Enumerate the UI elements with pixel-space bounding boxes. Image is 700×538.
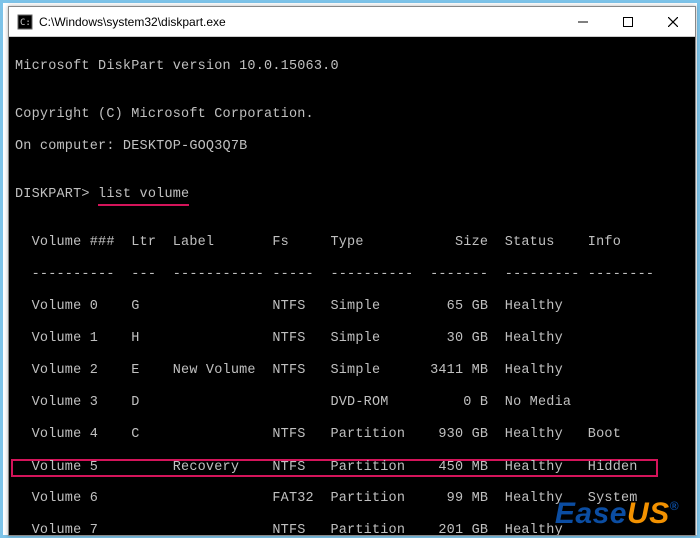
console-window: C: C:\Windows\system32\diskpart.exe Micr… bbox=[8, 6, 696, 536]
table-row: Volume 3 D DVD-ROM 0 B No Media bbox=[15, 395, 689, 411]
minimize-button[interactable] bbox=[560, 7, 605, 36]
copyright-line: Copyright (C) Microsoft Corporation. bbox=[15, 107, 689, 123]
terminal-output[interactable]: Microsoft DiskPart version 10.0.15063.0 … bbox=[9, 37, 695, 535]
app-icon: C: bbox=[17, 14, 33, 30]
computer-line: On computer: DESKTOP-GOQ3Q7B bbox=[15, 139, 689, 155]
version-line: Microsoft DiskPart version 10.0.15063.0 bbox=[15, 59, 689, 75]
brand-us: US bbox=[627, 497, 670, 530]
cmd-list-volume: list volume bbox=[98, 187, 189, 206]
prompt-line-1: DISKPART> list volume bbox=[15, 187, 689, 203]
table-row-highlighted: Volume 5 Recovery NTFS Partition 450 MB … bbox=[15, 459, 689, 475]
table-divider: ---------- --- ----------- ----- -------… bbox=[15, 267, 689, 283]
svg-text:C:: C: bbox=[20, 18, 31, 28]
table-row: Volume 2 E New Volume NTFS Simple 3411 M… bbox=[15, 363, 689, 379]
watermark-logo: EaseUS® bbox=[555, 497, 679, 531]
brand-ease: Ease bbox=[555, 497, 627, 530]
titlebar[interactable]: C: C:\Windows\system32\diskpart.exe bbox=[9, 7, 695, 37]
window-controls bbox=[560, 7, 695, 36]
table-row: Volume 1 H NTFS Simple 30 GB Healthy bbox=[15, 331, 689, 347]
brand-reg: ® bbox=[670, 499, 679, 513]
table-row: Volume 4 C NTFS Partition 930 GB Healthy… bbox=[15, 427, 689, 443]
maximize-button[interactable] bbox=[605, 7, 650, 36]
table-header: Volume ### Ltr Label Fs Type Size Status… bbox=[15, 235, 689, 251]
table-row: Volume 0 G NTFS Simple 65 GB Healthy bbox=[15, 299, 689, 315]
window-title: C:\Windows\system32\diskpart.exe bbox=[39, 15, 560, 29]
close-button[interactable] bbox=[650, 7, 695, 36]
